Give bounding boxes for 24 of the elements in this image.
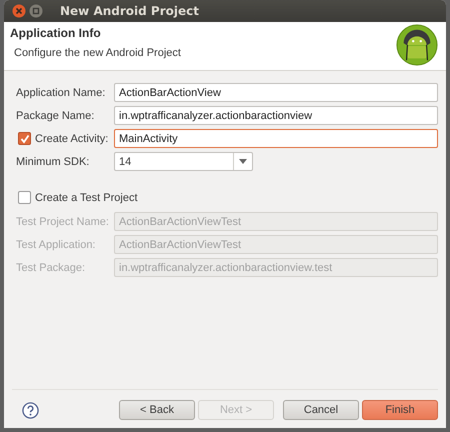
help-icon[interactable]	[22, 402, 39, 418]
close-icon[interactable]	[12, 4, 26, 18]
field-label: Test Application:	[15, 238, 96, 250]
maximize-icon[interactable]	[29, 4, 43, 18]
input-field[interactable]: in.wptrafficanalyzer.actionbaractionview	[114, 106, 438, 125]
finish-button[interactable]: Finish	[362, 400, 438, 420]
input-field[interactable]: ActionBarActionView	[114, 83, 438, 102]
field-label: Application Name:	[15, 86, 106, 98]
dialog-button[interactable]: < Back	[119, 400, 195, 420]
checkbox[interactable]	[18, 191, 31, 204]
window-title: New Android Project	[60, 4, 199, 18]
page-description: Configure the new Android Project	[14, 46, 181, 58]
field-label: Test Package:	[15, 262, 86, 274]
checkbox[interactable]	[18, 132, 31, 145]
dialog-button[interactable]: Cancel	[283, 400, 359, 420]
caret-icon	[239, 159, 247, 164]
field-label: Minimum SDK:	[15, 156, 90, 168]
field-label: Package Name:	[15, 110, 96, 122]
sdk-dropdown[interactable]: 14	[114, 152, 253, 171]
checkbox-label: Create a Test Project	[35, 192, 138, 204]
input-field[interactable]: MainActivity	[114, 129, 438, 148]
field-label: Test Project Name:	[15, 216, 110, 228]
field-label: Create Activity:	[35, 132, 108, 144]
page-title: Application Info	[10, 26, 102, 40]
